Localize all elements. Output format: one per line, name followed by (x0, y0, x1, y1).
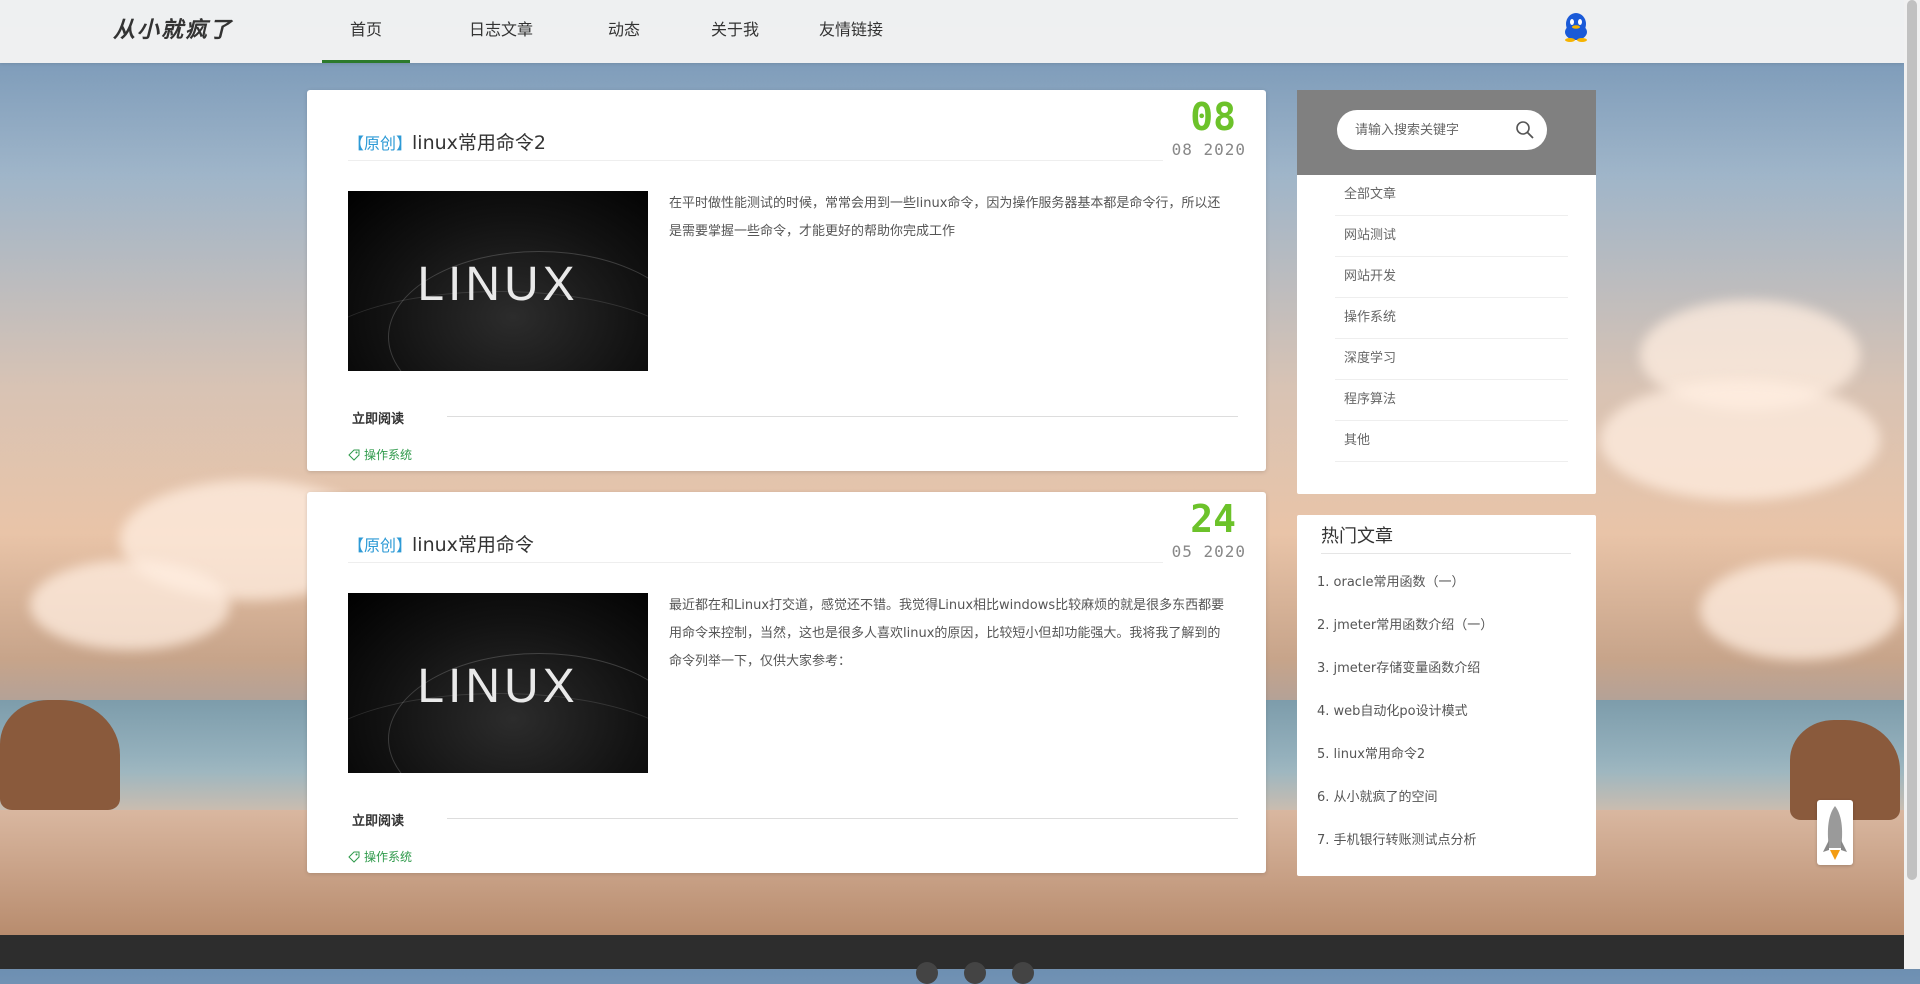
category-item[interactable]: 深度学习 (1335, 339, 1568, 380)
back-to-top-button[interactable] (1817, 800, 1853, 865)
category-item[interactable]: 程序算法 (1335, 380, 1568, 421)
post-thumbnail[interactable]: LINUX (348, 191, 648, 371)
footer-icon[interactable] (1012, 962, 1034, 984)
site-logo[interactable]: 从小就疯了 (113, 12, 233, 44)
post-title-row[interactable]: 【原创】linux常用命令 (348, 530, 1163, 563)
post-day: 08 (1190, 95, 1236, 139)
hot-post-item[interactable]: 7. 手机银行转账测试点分析 (1317, 829, 1493, 872)
footer-icon[interactable] (916, 962, 938, 984)
divider (447, 416, 1238, 417)
tag-icon (348, 851, 360, 863)
thumbnail-text: LINUX (417, 660, 579, 713)
post-badge: 【原创】 (348, 134, 413, 153)
read-more-link[interactable]: 立即阅读 (352, 408, 404, 427)
sidebar-hot-posts-panel: 热门文章 1. oracle常用函数（一） 2. jmeter常用函数介绍（一）… (1297, 515, 1596, 876)
tag-icon (348, 449, 360, 461)
qq-penguin-icon[interactable] (1563, 12, 1589, 42)
post-thumbnail[interactable]: LINUX (348, 593, 648, 773)
post-month-year: 08 2020 (1171, 140, 1246, 159)
rocket-icon (1823, 806, 1847, 860)
post-badge: 【原创】 (348, 536, 413, 555)
search-area (1297, 90, 1596, 175)
post-card: 【原创】linux常用命令 24 05 2020 LINUX 最近都在和Linu… (307, 492, 1266, 873)
hot-post-item[interactable]: 2. jmeter常用函数介绍（一） (1317, 614, 1493, 657)
nav-item-links[interactable]: 友情链接 (801, 0, 901, 63)
category-item[interactable]: 操作系统 (1335, 298, 1568, 339)
hot-post-item[interactable]: 1. oracle常用函数（一） (1317, 571, 1493, 614)
footer-icon[interactable] (964, 962, 986, 984)
search-icon[interactable] (1515, 120, 1535, 140)
hot-post-item[interactable]: 6. 从小就疯了的空间 (1317, 786, 1493, 829)
thumbnail-text: LINUX (417, 258, 579, 311)
nav-item-home[interactable]: 首页 (322, 0, 410, 63)
post-title-row[interactable]: 【原创】linux常用命令2 (348, 128, 1163, 161)
hot-post-item[interactable]: 5. linux常用命令2 (1317, 743, 1493, 786)
nav-item-updates[interactable]: 动态 (584, 0, 664, 63)
post-month-year: 05 2020 (1171, 542, 1246, 561)
page-scrollbar[interactable] (1904, 0, 1920, 969)
category-item[interactable]: 网站开发 (1335, 257, 1568, 298)
hot-posts-title: 热门文章 (1321, 521, 1571, 554)
post-excerpt: 最近都在和Linux打交道，感觉还不错。我觉得Linux相比windows比较麻… (669, 598, 1225, 669)
post-excerpt: 在平时做性能测试的时候，常常会用到一些linux命令，因为操作服务器基本都是命令… (669, 196, 1221, 239)
post-title[interactable]: linux常用命令 (412, 534, 534, 556)
post-card: 【原创】linux常用命令2 08 08 2020 LINUX 在平时做性能测试… (307, 90, 1266, 471)
post-tag-label: 操作系统 (364, 850, 413, 864)
scrollbar-thumb[interactable] (1907, 0, 1917, 880)
hot-post-item[interactable]: 3. jmeter存储变量函数介绍 (1317, 657, 1493, 700)
category-item[interactable]: 网站测试 (1335, 216, 1568, 257)
footer (0, 935, 1904, 969)
post-tag[interactable]: 操作系统 (348, 848, 412, 865)
category-list: 全部文章 网站测试 网站开发 操作系统 深度学习 程序算法 其他 (1297, 175, 1596, 462)
post-tag-label: 操作系统 (364, 448, 413, 462)
hot-posts-list: 1. oracle常用函数（一） 2. jmeter常用函数介绍（一） 3. j… (1317, 571, 1493, 872)
sidebar-categories-panel: 全部文章 网站测试 网站开发 操作系统 深度学习 程序算法 其他 (1297, 90, 1596, 494)
category-item[interactable]: 全部文章 (1335, 175, 1568, 216)
divider (447, 818, 1238, 819)
post-day: 24 (1190, 497, 1236, 541)
top-navbar: 从小就疯了 首页 日志文章 动态 关于我 友情链接 (0, 0, 1904, 63)
main-nav: 首页 日志文章 动态 关于我 友情链接 (322, 0, 901, 63)
post-title[interactable]: linux常用命令2 (412, 132, 546, 154)
category-item[interactable]: 其他 (1335, 421, 1568, 462)
hot-post-item[interactable]: 4. web自动化po设计模式 (1317, 700, 1493, 743)
nav-item-about[interactable]: 关于我 (689, 0, 781, 63)
post-tag[interactable]: 操作系统 (348, 446, 412, 463)
read-more-link[interactable]: 立即阅读 (352, 810, 404, 829)
nav-item-articles[interactable]: 日志文章 (444, 0, 558, 63)
